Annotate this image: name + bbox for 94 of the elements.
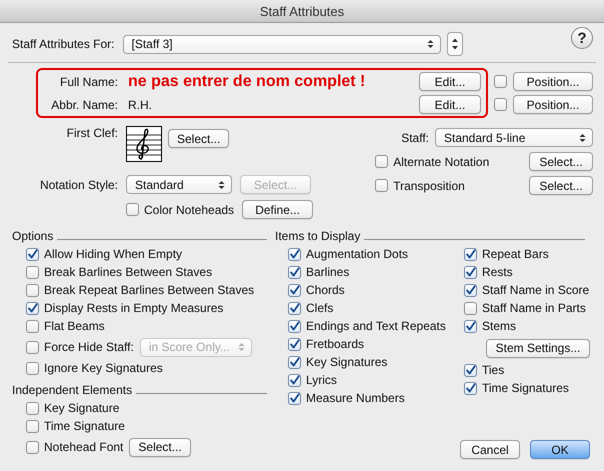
checkbox-label: Lyrics — [306, 373, 337, 387]
checkbox[interactable] — [464, 248, 477, 260]
field-label: Abbr. Name: — [50, 98, 118, 112]
checkbox-label: Rests — [482, 265, 513, 279]
annotation-text: ne pas entrer de nom complet ! — [128, 72, 366, 90]
define-button[interactable]: Define... — [242, 200, 314, 219]
checkbox[interactable] — [26, 320, 39, 332]
select-button[interactable]: Select... — [529, 176, 593, 195]
checkbox-label: Clefs — [306, 301, 334, 315]
field-label: Staff: — [401, 130, 429, 144]
updown-arrows-icon — [238, 342, 245, 352]
checkbox-label: Break Repeat Barlines Between Staves — [44, 283, 254, 297]
staff-clef-drawing — [126, 126, 162, 162]
checkbox[interactable] — [288, 374, 301, 386]
field-label: Staff Attributes For: — [12, 37, 114, 51]
checkbox[interactable] — [464, 302, 477, 314]
select-button[interactable]: Select... — [129, 438, 191, 456]
checkbox[interactable] — [26, 440, 39, 454]
checkbox-label: Flat Beams — [44, 319, 105, 333]
dropdown[interactable]: Standard — [126, 175, 232, 194]
checkbox-label: Staff Name in Parts — [482, 301, 586, 315]
checkbox-label: Endings and Text Repeats — [306, 319, 446, 333]
checkbox-label: Stems — [482, 319, 516, 333]
checkbox[interactable] — [288, 284, 301, 296]
window-title: Staff Attributes — [260, 4, 344, 18]
select-button[interactable]: Select... — [168, 129, 230, 148]
checkbox[interactable] — [26, 284, 39, 296]
checkbox[interactable] — [464, 364, 477, 376]
dropdown[interactable]: Standard 5-line — [435, 128, 593, 147]
checkbox[interactable] — [464, 284, 477, 296]
checkbox-label: Alternate Notation — [393, 154, 490, 168]
checkbox[interactable] — [464, 382, 477, 394]
checkbox[interactable] — [288, 266, 301, 278]
position-button[interactable]: Position... — [513, 95, 593, 114]
position-button[interactable]: Position... — [513, 72, 593, 91]
checkbox[interactable] — [494, 75, 507, 88]
checkbox-label: Display Rests in Empty Measures — [44, 301, 224, 315]
checkbox-label: Key Signatures — [306, 355, 388, 369]
updown-arrows-icon — [426, 39, 434, 49]
checkbox-label: Barlines — [306, 265, 350, 279]
checkbox[interactable] — [375, 179, 388, 192]
updown-arrows-icon — [218, 180, 225, 190]
checkbox-label: Time Signatures — [482, 381, 569, 395]
checkbox[interactable] — [288, 302, 301, 314]
checkbox-label: Time Signature — [44, 419, 125, 433]
checkbox-label: Augmentation Dots — [306, 247, 408, 261]
settings-button[interactable]: Stem Settings... — [486, 338, 590, 358]
checkbox[interactable] — [375, 155, 388, 168]
checkbox-label: Fretboards — [306, 337, 364, 351]
field-label: Notation Style: — [38, 178, 118, 192]
checkbox[interactable] — [288, 248, 301, 260]
checkbox[interactable] — [288, 338, 301, 350]
section-title: Items to Display — [275, 229, 360, 243]
checkbox[interactable] — [464, 266, 477, 278]
edit-button[interactable]: Edit... — [419, 72, 481, 91]
updown-arrows-icon — [579, 132, 586, 142]
checkbox-label: Transposition — [393, 178, 465, 192]
dropdown[interactable]: [Staff 3] — [122, 34, 440, 54]
checkbox-label: Ties — [482, 363, 504, 377]
checkbox[interactable] — [26, 362, 39, 374]
select-button[interactable]: Select... — [529, 152, 593, 171]
checkbox-label: Key Signature — [44, 401, 120, 415]
checkbox-label: Ignore Key Signatures — [44, 361, 163, 375]
checkbox[interactable] — [26, 266, 39, 278]
ok-button[interactable]: OK — [530, 440, 590, 459]
field-label: First Clef: — [66, 126, 118, 140]
updown-arrows-icon — [450, 37, 458, 51]
cancel-button[interactable]: Cancel — [460, 440, 520, 459]
checkbox-label: Notehead Font — [44, 440, 124, 454]
checkbox[interactable] — [288, 356, 301, 368]
checkbox[interactable] — [464, 320, 477, 332]
field-label: Full Name: — [58, 74, 118, 88]
checkbox-label: Staff Name in Score — [482, 283, 590, 297]
checkbox[interactable] — [494, 98, 507, 111]
checkbox-label: Break Barlines Between Staves — [44, 265, 212, 279]
edit-button[interactable]: Edit... — [419, 95, 481, 114]
checkbox[interactable] — [26, 402, 39, 414]
checkbox-label: Allow Hiding When Empty — [44, 247, 182, 261]
checkbox-label: Repeat Bars — [482, 247, 549, 261]
checkbox-label: Color Noteheads — [144, 202, 234, 216]
field-value: R.H. — [128, 98, 152, 112]
section-title: Independent Elements — [12, 383, 132, 397]
checkbox-label: Chords — [306, 283, 345, 297]
checkbox-label: Force Hide Staff: — [44, 340, 134, 354]
checkbox[interactable] — [26, 302, 39, 314]
checkbox-label: Measure Numbers — [306, 391, 405, 405]
checkbox[interactable] — [288, 320, 301, 332]
checkbox[interactable] — [26, 248, 39, 260]
help-button[interactable]: ? — [571, 27, 593, 49]
checkbox[interactable] — [126, 203, 139, 216]
checkbox[interactable] — [26, 420, 39, 432]
section-title: Options — [12, 229, 54, 243]
stepper[interactable] — [446, 32, 462, 56]
checkbox[interactable] — [288, 392, 301, 404]
